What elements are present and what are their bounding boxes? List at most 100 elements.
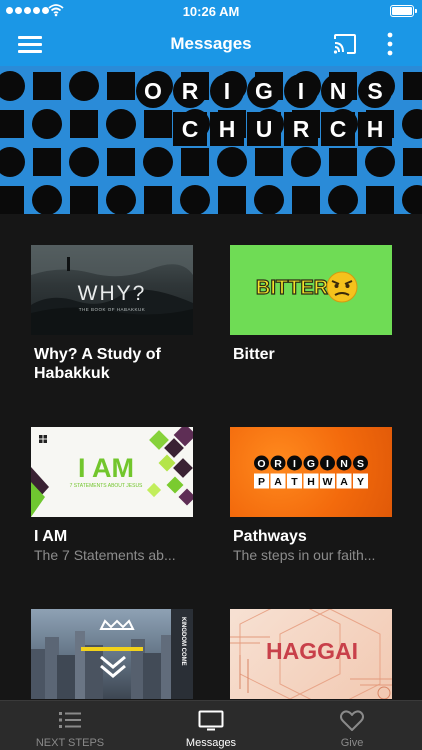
pathway-letter: S	[353, 455, 368, 471]
church-banner: ORIGINSCHURCH	[0, 66, 422, 214]
banner-letter-text: U	[256, 116, 273, 142]
series-card-why[interactable]: WHY? THE BOOK OF HABAKKUK Why? A Study o…	[31, 245, 193, 383]
pathway-letter-text: O	[257, 458, 265, 470]
origins-pathway-artwork: O R I G I N SP A T H W A Y	[254, 455, 368, 489]
thumb-heading: HAGGAI	[266, 638, 358, 664]
pathway-letter: A	[270, 473, 286, 489]
battery-icon	[390, 5, 417, 17]
banner-letter-text: O	[144, 78, 162, 104]
pathway-letter-text: G	[307, 458, 315, 470]
banner-letter: H	[210, 112, 244, 146]
tab-label: Give	[340, 737, 364, 749]
banner-letter-text: C	[182, 116, 199, 142]
bitter-artwork: BITTER	[255, 271, 358, 303]
banner-letter: C	[321, 112, 355, 146]
origins-church-banner-art: O R I G I N SC H U R C H	[0, 71, 422, 214]
pathway-letter-text: I	[293, 458, 296, 470]
angry-emoji-icon	[326, 271, 358, 303]
pathway-letter-text: A	[340, 476, 348, 488]
pathway-letter: H	[303, 473, 319, 489]
pathway-letter: Y	[353, 473, 368, 489]
pathway-letter: P	[254, 473, 269, 489]
pathway-letter-text: H	[307, 476, 315, 488]
series-thumbnail: WHY? THE BOOK OF HABAKKUK	[31, 245, 193, 335]
tab-label: Messages	[185, 737, 237, 749]
banner-letter-text: R	[182, 78, 199, 104]
nav-bar: Messages	[0, 22, 422, 66]
pathway-letter-text: P	[258, 476, 265, 488]
pathway-letter-text: S	[357, 458, 364, 470]
pathway-letter: G	[303, 455, 319, 471]
series-card-i-am[interactable]: I AM 7 STATEMENTS ABOUT JESUS I AM The 7…	[31, 427, 193, 564]
monitor-icon	[198, 710, 224, 731]
banner-letter-text: C	[330, 116, 347, 142]
pathway-letter-text: T	[291, 476, 298, 488]
banner-letter: I	[284, 74, 318, 108]
banner-letter-text: R	[293, 116, 310, 142]
banner-letter-text: N	[330, 78, 347, 104]
pathway-letter: I	[287, 455, 302, 471]
series-subtitle: The steps in our faith...	[233, 547, 376, 563]
banner-letter: R	[284, 112, 318, 146]
thumb-heading: I AM	[78, 453, 134, 483]
pathway-letter-text: I	[326, 458, 329, 470]
more-options-icon[interactable]	[380, 30, 400, 58]
banner-letter-text: I	[298, 78, 304, 104]
series-title: Why? A Study of Habakkuk	[34, 346, 161, 382]
banner-letter: U	[247, 112, 281, 146]
banner-letter: S	[358, 74, 392, 108]
pathway-letter: T	[287, 473, 302, 489]
cast-icon[interactable]	[332, 32, 358, 56]
pathway-letter: R	[270, 455, 286, 471]
pathway-letter-text: R	[274, 458, 282, 470]
series-card-kingdom-come[interactable]: KINGDOM COME	[31, 609, 193, 700]
banner-letter-text: H	[367, 116, 384, 142]
pathway-letter: N	[336, 455, 352, 471]
banner-letter: I	[210, 74, 244, 108]
hamburger-menu-icon[interactable]	[18, 33, 46, 55]
stormy-sea-image: WHY? THE BOOK OF HABAKKUK	[31, 245, 193, 335]
banner-letter-text: S	[367, 78, 382, 104]
series-card-haggai[interactable]: HAGGAI	[230, 609, 392, 700]
thumb-heading: BITTER	[256, 277, 329, 299]
series-thumbnail: I AM 7 STATEMENTS ABOUT JESUS	[31, 427, 193, 517]
banner-letter: G	[247, 74, 281, 108]
tab-messages[interactable]: Messages	[141, 701, 281, 750]
series-subtitle: The 7 Statements ab...	[34, 547, 176, 563]
banner-letter: R	[173, 74, 207, 108]
series-title: Bitter	[233, 346, 275, 363]
banner-letter-text: I	[224, 78, 230, 104]
pathway-letter: W	[320, 473, 335, 489]
status-bar: 10:26 AM	[0, 0, 422, 22]
pathway-letter: I	[320, 455, 335, 471]
pathway-letter: A	[336, 473, 352, 489]
pathway-letter-text: W	[323, 476, 333, 488]
status-time: 10:26 AM	[182, 4, 240, 19]
page-title: Messages	[170, 34, 252, 53]
series-title: I AM	[34, 528, 68, 545]
series-thumbnail: BITTER	[230, 245, 392, 335]
banner-letter-text: H	[219, 116, 236, 142]
series-thumbnail: HAGGAI	[230, 609, 392, 699]
series-thumbnail: KINGDOM COME	[31, 609, 193, 699]
pathway-letter-text: Y	[357, 476, 364, 488]
heart-icon	[340, 710, 364, 731]
series-card-pathways[interactable]: ORIGINSPATHWAY Pathways The steps in our…	[230, 427, 392, 564]
thumb-heading: WHY?	[78, 282, 147, 305]
i-am-artwork: I AM 7 STATEMENTS ABOUT JESUS	[31, 427, 193, 517]
series-card-bitter[interactable]: BITTER Bitter	[230, 245, 392, 364]
city-skyline-image: KINGDOM COME	[31, 609, 193, 699]
pathway-letter-text: A	[274, 476, 282, 488]
haggai-artwork: HAGGAI	[230, 609, 392, 699]
banner-letter: H	[358, 112, 392, 146]
banner-letter: O	[136, 74, 170, 108]
tab-give[interactable]: Give	[282, 701, 422, 750]
thumb-caption: 7 STATEMENTS ABOUT JESUS	[70, 483, 143, 489]
series-title: Pathways	[233, 528, 307, 545]
list-icon	[59, 712, 81, 728]
banner-letter-text: G	[255, 78, 273, 104]
banner-letter: N	[321, 74, 355, 108]
banner-letter: C	[173, 112, 207, 146]
pathway-letter: O	[254, 455, 269, 471]
tab-next-steps[interactable]: NEXT STEPS	[0, 701, 140, 750]
